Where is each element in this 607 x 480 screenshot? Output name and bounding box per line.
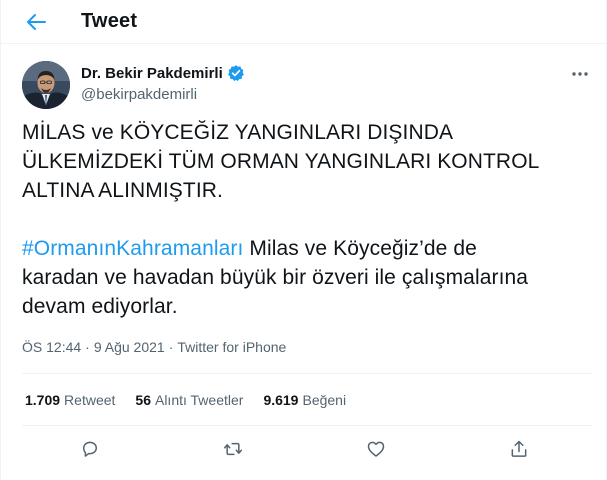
- author-name-row[interactable]: Dr. Bekir Pakdemirli: [81, 64, 245, 82]
- retweet-count: 1.709: [25, 392, 61, 408]
- tweet-detail-page: Tweet Dr. Bekir Pakdemirli @bekirpakdemi…: [0, 0, 607, 480]
- divider: [22, 373, 592, 374]
- page-title: Tweet: [81, 10, 138, 32]
- tweet-text-line: devam ediyorlar.: [22, 295, 178, 318]
- quote-label: Alıntı Tweetler: [154, 392, 244, 408]
- tweet-source[interactable]: Twitter for iPhone: [177, 339, 286, 355]
- share-icon: [511, 440, 527, 457]
- like-stat[interactable]: 9.619 Beğeni: [263, 392, 346, 408]
- more-options-button[interactable]: [569, 66, 591, 82]
- reply-button[interactable]: [79, 438, 101, 460]
- avatar-image: [22, 61, 70, 109]
- tweet-text-line: karadan ve havadan büyük bir özveri ile …: [22, 266, 529, 289]
- header-bar: Tweet: [1, 0, 606, 44]
- quote-count: 56: [135, 392, 151, 408]
- share-button[interactable]: [508, 438, 530, 460]
- retweet-icon: [223, 442, 243, 456]
- verified-badge-icon: [227, 64, 245, 82]
- avatar[interactable]: [22, 61, 70, 109]
- tweet-text-line: MİLAS ve KÖYCEĞİZ YANGINLARI DIŞINDA: [22, 121, 454, 144]
- tweet-text-line: ÜLKEMİZDEKİ TÜM ORMAN YANGINLARI KONTROL: [22, 150, 540, 173]
- retweet-stat[interactable]: 1.709 Retweet: [25, 392, 115, 408]
- heart-icon: [367, 441, 385, 457]
- tweet-stats: 1.709 Retweet 56 Alıntı Tweetler 9.619 B…: [25, 392, 346, 408]
- meta-separator: ·: [85, 339, 90, 355]
- quote-tweet-stat[interactable]: 56 Alıntı Tweetler: [135, 392, 243, 408]
- like-label: Beğeni: [302, 392, 347, 408]
- hashtag-link[interactable]: #OrmanınKahramanları: [22, 237, 243, 260]
- tweet-date[interactable]: 9 Ağu 2021: [94, 339, 165, 355]
- author-display-name[interactable]: Dr. Bekir Pakdemirli: [81, 65, 223, 82]
- reply-icon: [83, 441, 97, 457]
- tweet-actions: [22, 432, 592, 468]
- tweet-text: MİLAS ve KÖYCEĞİZ YANGINLARI DIŞINDA ÜLK…: [22, 118, 592, 321]
- tweet-text-line: #OrmanınKahramanları Milas ve Köyceğiz’d…: [22, 234, 592, 263]
- arrow-left-icon: [27, 14, 46, 30]
- meta-separator: ·: [168, 339, 174, 355]
- divider: [22, 425, 592, 426]
- back-button[interactable]: [23, 10, 49, 34]
- tweet-meta: ÖS 12:44 · 9 Ağu 2021 · Twitter for iPho…: [22, 339, 286, 355]
- tweet-text-fragment: Milas ve Köyceğiz’de de: [243, 237, 477, 260]
- tweet-time[interactable]: ÖS 12:44: [22, 339, 81, 355]
- more-horizontal-icon: [572, 72, 588, 76]
- like-count: 9.619: [263, 392, 299, 408]
- tweet-text-line: ALTINA ALINMIŞTIR.: [22, 179, 223, 202]
- retweet-button[interactable]: [222, 438, 244, 460]
- retweet-label: Retweet: [64, 392, 116, 408]
- author-handle[interactable]: @bekirpakdemirli: [81, 86, 197, 103]
- like-button[interactable]: [365, 438, 387, 460]
